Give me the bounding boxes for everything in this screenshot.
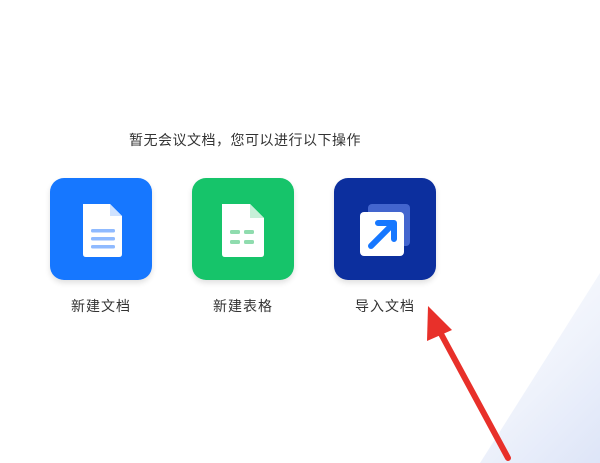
annotation-arrow: [427, 306, 511, 461]
